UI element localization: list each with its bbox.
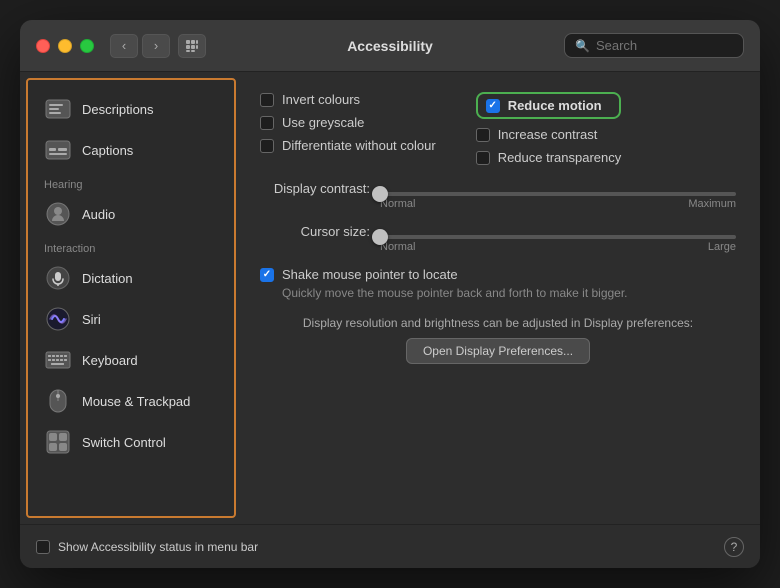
display-contrast-section: Display contrast: Normal Maximum bbox=[260, 181, 736, 210]
use-greyscale-checkbox[interactable] bbox=[260, 116, 274, 130]
cursor-size-thumb[interactable] bbox=[372, 229, 388, 245]
display-contrast-min-label: Normal bbox=[380, 198, 415, 210]
hearing-header: Hearing bbox=[28, 171, 234, 193]
sidebar-item-switch-control[interactable]: Switch Control bbox=[32, 422, 230, 462]
use-greyscale-label: Use greyscale bbox=[282, 115, 364, 130]
mouse-icon bbox=[44, 387, 72, 415]
titlebar: ‹ › Accessibility 🔍 bbox=[20, 20, 760, 72]
display-contrast-label: Display contrast: bbox=[260, 181, 370, 196]
invert-colours-checkbox[interactable] bbox=[260, 93, 274, 107]
invert-colours-label: Invert colours bbox=[282, 92, 360, 107]
increase-contrast-label: Increase contrast bbox=[498, 127, 598, 142]
shake-description: Quickly move the mouse pointer back and … bbox=[260, 286, 736, 300]
cursor-size-section: Cursor size: Normal Large bbox=[260, 224, 736, 253]
search-input[interactable] bbox=[596, 38, 733, 53]
sidebar-item-siri[interactable]: Siri bbox=[32, 299, 230, 339]
differentiate-row[interactable]: Differentiate without colour bbox=[260, 138, 436, 153]
reduce-transparency-label: Reduce transparency bbox=[498, 150, 622, 165]
increase-contrast-row[interactable]: Increase contrast bbox=[476, 127, 622, 142]
help-button[interactable]: ? bbox=[724, 537, 744, 557]
sidebar-item-captions-label: Captions bbox=[82, 143, 133, 158]
grid-button[interactable] bbox=[178, 34, 206, 58]
display-contrast-track[interactable] bbox=[380, 192, 736, 196]
display-contrast-range-labels: Normal Maximum bbox=[260, 198, 736, 210]
status-bar-row[interactable]: Show Accessibility status in menu bar bbox=[36, 540, 258, 554]
shake-checkbox[interactable] bbox=[260, 268, 274, 282]
sidebar-item-descriptions-label: Descriptions bbox=[82, 102, 154, 117]
window-title: Accessibility bbox=[347, 38, 433, 54]
siri-icon bbox=[44, 305, 72, 333]
sidebar-item-descriptions[interactable]: Descriptions bbox=[32, 89, 230, 129]
reduce-motion-wrapper: Reduce motion bbox=[476, 92, 622, 119]
traffic-lights bbox=[36, 39, 94, 53]
accessibility-window: ‹ › Accessibility 🔍 bbox=[20, 20, 760, 568]
cursor-size-range-labels: Normal Large bbox=[260, 241, 736, 253]
reduce-transparency-checkbox[interactable] bbox=[476, 151, 490, 165]
open-display-prefs-button[interactable]: Open Display Preferences... bbox=[406, 338, 590, 364]
invert-colours-row[interactable]: Invert colours bbox=[260, 92, 436, 107]
audio-icon bbox=[44, 200, 72, 228]
sidebar-item-dictation[interactable]: Dictation bbox=[32, 258, 230, 298]
differentiate-label: Differentiate without colour bbox=[282, 138, 436, 153]
display-note: Display resolution and brightness can be… bbox=[260, 316, 736, 330]
reduce-motion-label: Reduce motion bbox=[508, 98, 602, 113]
display-contrast-slider-wrapper bbox=[380, 182, 736, 196]
differentiate-checkbox[interactable] bbox=[260, 139, 274, 153]
cursor-size-min-label: Normal bbox=[380, 241, 415, 253]
close-button[interactable] bbox=[36, 39, 50, 53]
forward-button[interactable]: › bbox=[142, 34, 170, 58]
nav-buttons: ‹ › bbox=[110, 34, 206, 58]
sidebar-item-captions[interactable]: Captions bbox=[32, 130, 230, 170]
sidebar-item-audio-label: Audio bbox=[82, 207, 115, 222]
descriptions-icon bbox=[44, 95, 72, 123]
main-content: Descriptions Captions Hearing bbox=[20, 72, 760, 524]
minimize-button[interactable] bbox=[58, 39, 72, 53]
cursor-size-max-label: Large bbox=[708, 241, 736, 253]
bottom-bar: Show Accessibility status in menu bar ? bbox=[20, 524, 760, 568]
shake-label: Shake mouse pointer to locate bbox=[282, 267, 458, 282]
cursor-size-slider-container: Cursor size: bbox=[260, 224, 736, 239]
reduce-transparency-row[interactable]: Reduce transparency bbox=[476, 150, 622, 165]
sidebar-item-dictation-label: Dictation bbox=[82, 271, 133, 286]
sidebar-item-mouse-trackpad-label: Mouse & Trackpad bbox=[82, 394, 190, 409]
back-button[interactable]: ‹ bbox=[110, 34, 138, 58]
sidebar-item-switch-control-label: Switch Control bbox=[82, 435, 166, 450]
right-options: Reduce motion Increase contrast Reduce t… bbox=[476, 92, 622, 165]
shake-main[interactable]: Shake mouse pointer to locate bbox=[260, 267, 736, 282]
left-options: Invert colours Use greyscale Differentia… bbox=[260, 92, 436, 165]
dictation-icon bbox=[44, 264, 72, 292]
display-contrast-thumb[interactable] bbox=[372, 186, 388, 202]
keyboard-icon bbox=[44, 346, 72, 374]
increase-contrast-checkbox[interactable] bbox=[476, 128, 490, 142]
captions-icon bbox=[44, 136, 72, 164]
display-contrast-slider-container: Display contrast: bbox=[260, 181, 736, 196]
status-bar-label: Show Accessibility status in menu bar bbox=[58, 540, 258, 554]
sidebar: Descriptions Captions Hearing bbox=[26, 78, 236, 518]
switch-icon bbox=[44, 428, 72, 456]
interaction-header: Interaction bbox=[28, 235, 234, 257]
options-group: Invert colours Use greyscale Differentia… bbox=[260, 92, 736, 165]
cursor-size-slider-wrapper bbox=[380, 225, 736, 239]
maximize-button[interactable] bbox=[80, 39, 94, 53]
search-icon: 🔍 bbox=[575, 39, 590, 53]
sidebar-item-keyboard[interactable]: Keyboard bbox=[32, 340, 230, 380]
content-area: Invert colours Use greyscale Differentia… bbox=[236, 72, 760, 524]
cursor-size-track[interactable] bbox=[380, 235, 736, 239]
sidebar-item-mouse-trackpad[interactable]: Mouse & Trackpad bbox=[32, 381, 230, 421]
sidebar-item-siri-label: Siri bbox=[82, 312, 101, 327]
search-bar[interactable]: 🔍 bbox=[564, 33, 744, 58]
cursor-size-label: Cursor size: bbox=[260, 224, 370, 239]
status-bar-checkbox[interactable] bbox=[36, 540, 50, 554]
use-greyscale-row[interactable]: Use greyscale bbox=[260, 115, 436, 130]
sidebar-item-audio[interactable]: Audio bbox=[32, 194, 230, 234]
reduce-motion-checkbox[interactable] bbox=[486, 99, 500, 113]
shake-row: Shake mouse pointer to locate Quickly mo… bbox=[260, 267, 736, 300]
sidebar-item-keyboard-label: Keyboard bbox=[82, 353, 138, 368]
display-contrast-max-label: Maximum bbox=[688, 198, 736, 210]
